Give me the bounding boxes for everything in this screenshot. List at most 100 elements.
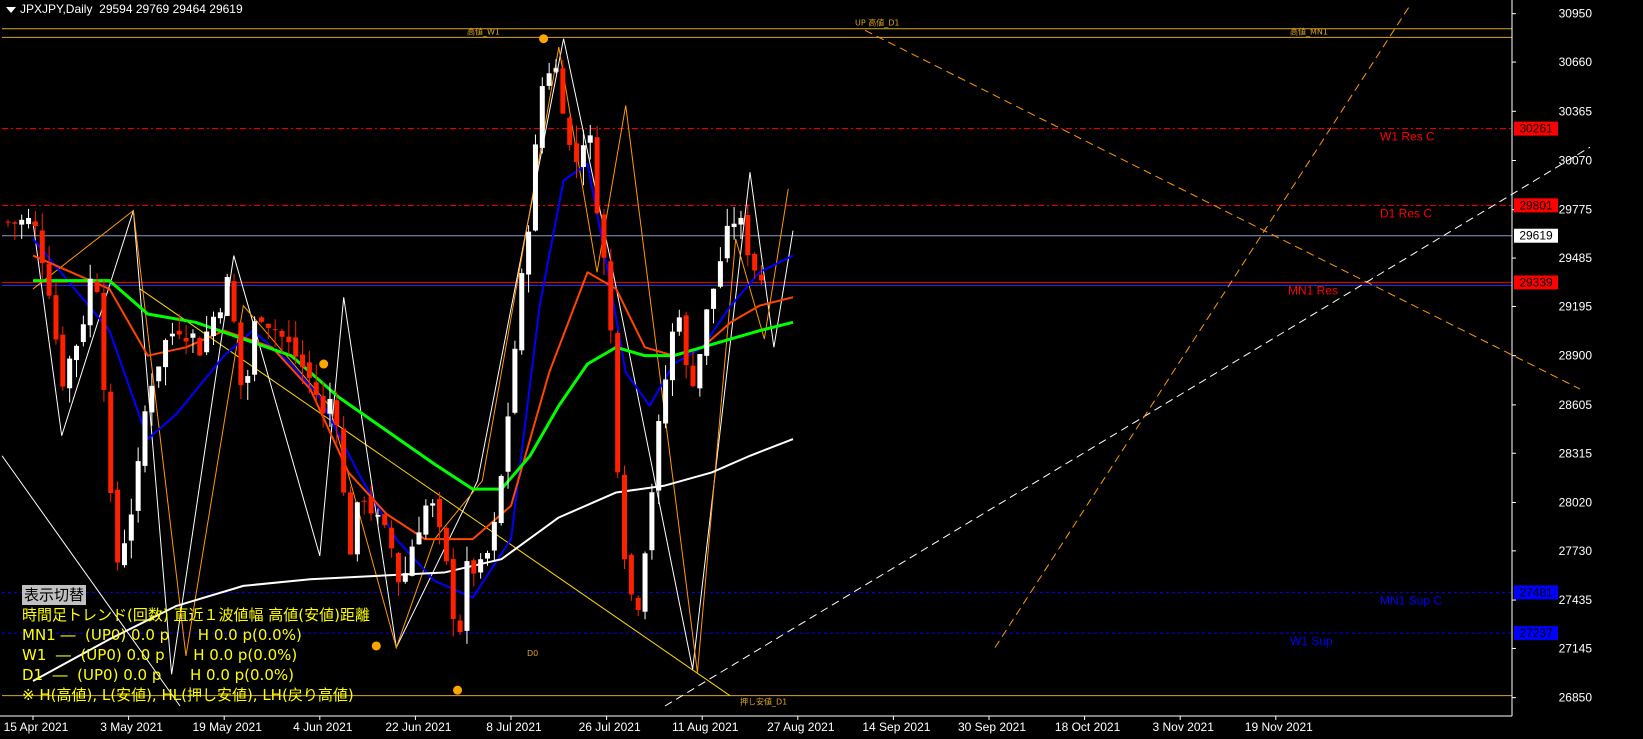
price-tick-label: 28605	[1559, 398, 1593, 412]
candle-body	[676, 317, 682, 332]
candle-body	[409, 546, 415, 576]
time-tick-label: 26 Jul 2021	[579, 720, 641, 734]
candle-body	[156, 366, 162, 382]
candle-body	[74, 345, 79, 361]
pivot-marker	[539, 34, 549, 44]
candle-body	[717, 261, 723, 287]
pivot-marker	[453, 685, 463, 695]
candle-body	[430, 503, 436, 506]
price-tick-label: 28315	[1559, 446, 1593, 460]
candle-body	[683, 315, 689, 366]
candle-body	[663, 379, 669, 424]
candle-body	[759, 274, 764, 281]
candle-body	[539, 86, 545, 148]
candle-body	[642, 553, 648, 612]
price-tick-label: 29195	[1559, 299, 1593, 313]
pivot-marker	[371, 641, 381, 651]
candle-body	[252, 321, 258, 375]
candle-body	[197, 338, 203, 356]
candle-body	[293, 337, 299, 357]
candle-body	[608, 261, 614, 331]
candle-body	[635, 597, 641, 610]
time-tick-label: 19 May 2021	[193, 720, 263, 734]
time-tick-label: 19 Nov 2021	[1245, 720, 1313, 734]
level-small-label: 高値_W1	[467, 26, 500, 36]
candle-body	[245, 376, 251, 383]
candle-body	[697, 354, 703, 389]
candle-body	[169, 333, 175, 337]
candle-body	[190, 333, 196, 338]
candle-body	[724, 225, 730, 259]
info-row-w1: W1 ― (UP0) 0.0 p H 0.0 p(0.0%)	[22, 646, 298, 664]
candle-body	[211, 316, 216, 337]
info-title: 時間足トレンド(回数) 直近１波値幅 高値(安値)距離	[22, 606, 370, 624]
candle-body	[5, 221, 11, 223]
candle-body	[491, 521, 497, 551]
candle-body	[752, 253, 758, 271]
time-tick-label: 8 Jul 2021	[486, 720, 542, 734]
level-label: MN1 Res	[1288, 283, 1338, 297]
candle-body	[649, 492, 655, 551]
price-badge: 30261	[1519, 122, 1553, 136]
current-price-badge: 29619	[1519, 229, 1553, 243]
candle-body	[443, 527, 449, 562]
candle-body	[498, 475, 504, 524]
time-tick-label: 3 Nov 2021	[1153, 720, 1215, 734]
candle-body	[258, 317, 264, 322]
price-tick-label: 28020	[1559, 495, 1593, 509]
candle-body	[375, 514, 381, 517]
price-tick-label: 30660	[1559, 55, 1593, 69]
candle-body	[46, 263, 52, 296]
candle-body	[19, 219, 25, 225]
candle-body	[615, 332, 621, 473]
candle-body	[532, 144, 538, 231]
candle-body	[622, 474, 627, 560]
level-small-label: 押し安値_D1	[740, 697, 787, 707]
candle-body	[26, 218, 32, 225]
time-tick-label: 4 Jun 2021	[293, 720, 353, 734]
candle-body	[217, 312, 223, 319]
candle-body	[149, 385, 155, 413]
candle-body	[382, 514, 388, 526]
candle-body	[204, 331, 210, 353]
candle-body	[135, 461, 141, 511]
price-badge: 29801	[1519, 198, 1553, 212]
candle-body	[94, 281, 100, 292]
candle-body	[505, 416, 511, 472]
candle-body	[485, 552, 490, 559]
level-label: W1 Sup	[1290, 634, 1333, 648]
price-tick-label: 30950	[1559, 7, 1593, 21]
candle-body	[101, 292, 107, 390]
candle-body	[368, 496, 374, 514]
price-tick-label: 26850	[1559, 691, 1593, 705]
candle-body	[128, 514, 134, 541]
candle-body	[519, 273, 525, 351]
level-small-label: D0	[527, 649, 538, 658]
price-tick-label: 29775	[1559, 203, 1593, 217]
candle-body	[176, 330, 182, 335]
time-tick-label: 14 Sep 2021	[862, 720, 930, 734]
candle-body	[32, 221, 38, 226]
candle-body	[560, 68, 566, 114]
candle-body	[224, 276, 230, 316]
level-label: MN1 Sup C	[1380, 593, 1442, 607]
time-tick-label: 18 Oct 2021	[1055, 720, 1121, 734]
dropdown-triangle-icon[interactable]	[6, 6, 16, 13]
candle-body	[395, 553, 401, 583]
candle-body	[471, 560, 477, 574]
candle-body	[731, 223, 737, 228]
candle-body	[567, 117, 573, 145]
candle-body	[704, 309, 710, 356]
info-row-mn1: MN1 ― (UP0) 0.0 p H 0.0 p(0.0%)	[22, 626, 302, 644]
ohlc-label: 29594 29769 29464 29619	[99, 2, 243, 16]
display-toggle-button[interactable]: 表示切替	[22, 585, 87, 605]
price-tick-label: 27145	[1559, 641, 1593, 655]
level-label: W1 Res C	[1380, 130, 1435, 144]
candle-body	[67, 358, 73, 389]
time-tick-label: 30 Sep 2021	[958, 720, 1026, 734]
price-tick-label: 29485	[1559, 251, 1593, 265]
candle-body	[354, 502, 360, 555]
candle-body	[320, 396, 326, 414]
candle-body	[389, 527, 395, 549]
candle-body	[574, 143, 580, 163]
